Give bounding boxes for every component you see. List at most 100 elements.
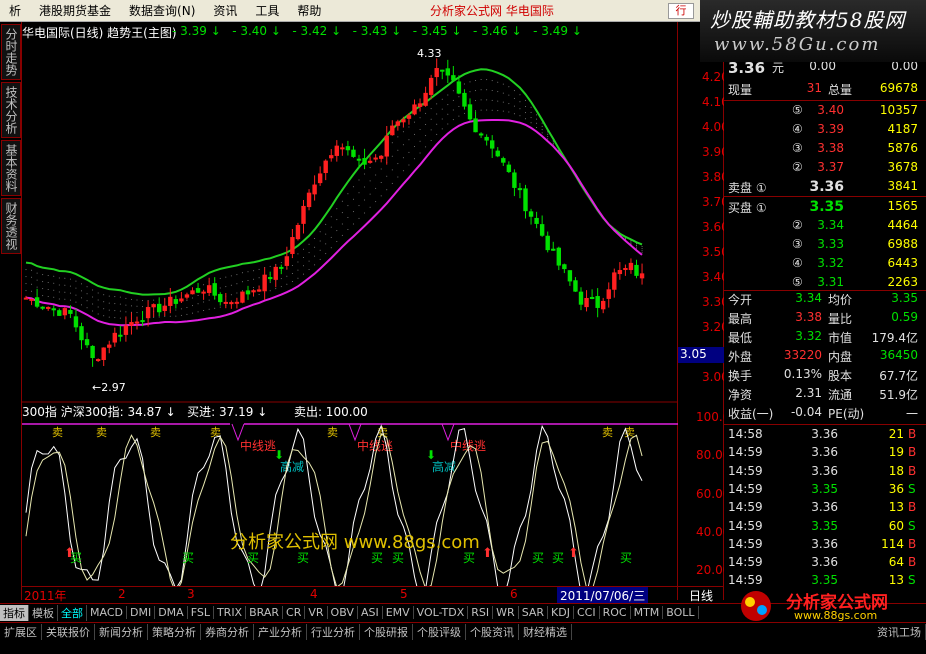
menu-help[interactable]: 帮助 [288, 2, 330, 19]
ribbon-dot [42, 295, 44, 297]
tab-dma[interactable]: DMA [155, 606, 188, 619]
tab-vr[interactable]: VR [305, 606, 328, 619]
menu-analysis[interactable]: 析 [0, 2, 30, 19]
tab-obv[interactable]: OBV [328, 606, 358, 619]
tab-finance[interactable]: 财务透视 [1, 198, 21, 254]
tick-price: 3.35 [811, 573, 838, 588]
tab-fsl[interactable]: FSL [188, 606, 214, 619]
ribbon-dot [203, 310, 205, 312]
period-label[interactable]: 日线 [678, 586, 724, 603]
tab-basic-info[interactable]: 基本资料 [1, 140, 21, 196]
candle-body [262, 274, 267, 292]
ribbon-dot [31, 276, 33, 278]
tab-vol-tdx[interactable]: VOL-TDX [414, 606, 469, 619]
ribbon-dot [480, 78, 482, 80]
bottom-tab[interactable]: 行业分析 [307, 623, 360, 640]
left-tab-bar: 分时走势 技术分析 基本资料 财务透视 [0, 22, 22, 600]
candle-body [539, 224, 545, 236]
candle-body [401, 119, 406, 123]
menu-tools[interactable]: 工具 [246, 2, 288, 19]
bottom-tab[interactable]: 个股评级 [413, 623, 466, 640]
ribbon-dot [192, 297, 193, 299]
tab-模板[interactable]: 模板 [29, 604, 58, 621]
tab-wr[interactable]: WR [493, 606, 519, 619]
kline-chart[interactable]: 4.33 ←2.97 卖卖卖卖卖卖卖卖中线逃 中线逃 中线逃 高减 ⬇ 高减 ⬇ 买买买买买买买买… [22, 22, 678, 600]
ribbon-dot [75, 294, 77, 296]
tick-side: B [908, 536, 917, 551]
trend-line-green [25, 68, 643, 296]
ribbon-dot [241, 281, 243, 283]
ribbon-dot [31, 269, 33, 271]
ribbon-dot [452, 109, 454, 111]
total-label: 总量 [828, 83, 853, 97]
tab-dmi[interactable]: DMI [127, 606, 156, 619]
bottom-tab[interactable]: 策略分析 [148, 623, 201, 640]
ribbon-dot [103, 294, 105, 296]
ribbon-dot [458, 96, 460, 98]
tab-timeshare[interactable]: 分时走势 [1, 24, 21, 80]
tick-price: 3.36 [811, 463, 838, 478]
tab-kdj[interactable]: KDJ [548, 606, 574, 619]
tab-rsi[interactable]: RSI [468, 606, 494, 619]
tick-side: B [908, 427, 917, 441]
ribbon-dot [330, 247, 332, 249]
quote-button[interactable]: 行 [668, 3, 694, 19]
bottom-tab[interactable]: 扩展区 [0, 623, 42, 640]
ribbon-dot [108, 309, 110, 311]
bottom-tab[interactable]: 券商分析 [201, 623, 254, 640]
tab-emv[interactable]: EMV [383, 606, 414, 619]
ribbon-dot [325, 233, 327, 235]
tick-vol: 19 [888, 445, 904, 460]
tab-mtm[interactable]: MTM [631, 606, 664, 619]
bottom-tab[interactable]: 资讯工场 [873, 623, 926, 640]
stat-label: 外盘 [728, 350, 753, 364]
tab-macd[interactable]: MACD [87, 606, 127, 619]
candle-body [190, 290, 195, 295]
candle-body [456, 81, 462, 94]
tab-boll[interactable]: BOLL [663, 606, 699, 619]
tab-cr[interactable]: CR [283, 606, 306, 619]
ribbon-dot [480, 109, 482, 111]
x-label: 2 [118, 587, 126, 601]
candle-body [118, 334, 123, 337]
candle-body [379, 155, 384, 159]
tab-sar[interactable]: SAR [519, 606, 549, 619]
ribbon-dot [103, 308, 105, 310]
ribbon-dot [425, 124, 427, 126]
tick-price: 3.35 [811, 481, 838, 496]
ribbon-dot [552, 142, 554, 144]
tab-cci[interactable]: CCI [574, 606, 600, 619]
tab-asi[interactable]: ASI [358, 606, 383, 619]
candle-body [345, 146, 351, 151]
ribbon-dot [469, 81, 471, 83]
ribbon-dot [552, 141, 554, 143]
tab-roc[interactable]: ROC [600, 606, 631, 619]
bottom-tab[interactable]: 产业分析 [254, 623, 307, 640]
logo-url: www.88gs.com [794, 609, 878, 622]
menu-data-query[interactable]: 数据查询(N) [120, 2, 204, 19]
candle-body [428, 77, 434, 95]
tab-全部[interactable]: 全部 [58, 604, 87, 621]
bottom-tab[interactable]: 财经精选 [519, 623, 572, 640]
menu-hk-futures[interactable]: 港股期货基金 [30, 2, 120, 19]
menu-news[interactable]: 资讯 [204, 2, 246, 19]
bottom-tab[interactable]: 关联报价 [42, 623, 95, 640]
ribbon-dot [525, 112, 526, 114]
tab-technical[interactable]: 技术分析 [1, 82, 21, 138]
ask-row: 卖盘 ① 3.36 3841 [724, 178, 926, 197]
tab-trix[interactable]: TRIX [214, 606, 247, 619]
bottom-tab[interactable]: 个股资讯 [466, 623, 519, 640]
stat-value: -0.04 [790, 405, 822, 419]
candle-body [84, 339, 90, 346]
bottom-tab[interactable]: 个股研报 [360, 623, 413, 640]
tab-指标[interactable]: 指标 [0, 604, 29, 621]
trend-line-pink [25, 119, 643, 327]
bottom-tab[interactable]: 新闻分析 [95, 623, 148, 640]
chart-title: 华电国际(日线) 趋势王(主图) [22, 26, 177, 40]
stat-value: 一 [905, 407, 918, 421]
candle-body [601, 300, 606, 310]
ribbon-dot [430, 108, 432, 110]
ribbon-dot [641, 248, 643, 250]
tab-brar[interactable]: BRAR [246, 606, 284, 619]
candle-body [595, 296, 600, 308]
